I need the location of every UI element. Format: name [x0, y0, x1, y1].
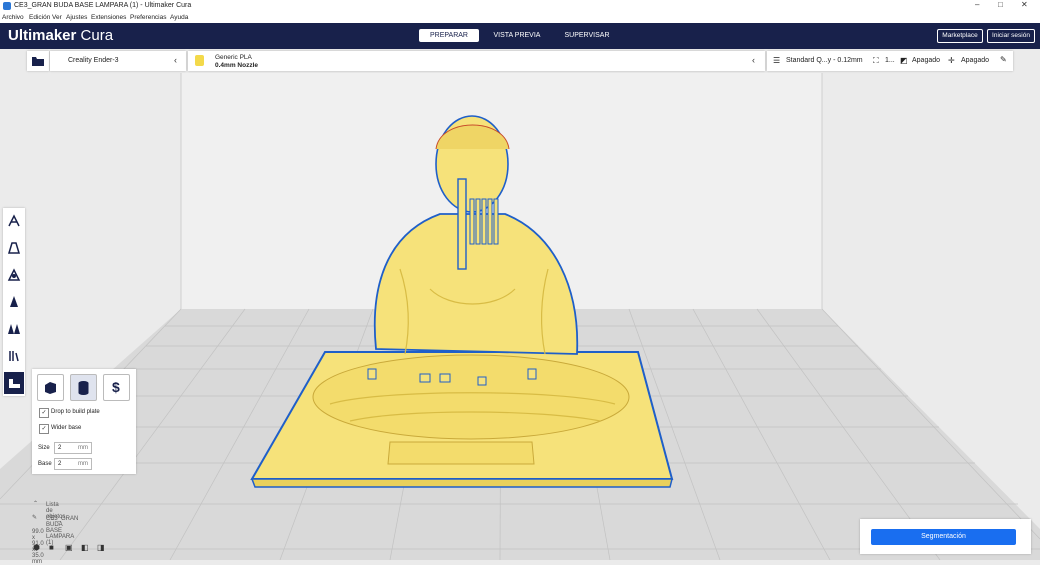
- size-value: 2: [58, 445, 62, 451]
- infill-icon: ⛶: [873, 56, 879, 65]
- size-input[interactable]: 2 mm: [54, 442, 92, 454]
- view-right-icon[interactable]: ◨: [97, 543, 105, 552]
- scale-tool[interactable]: [4, 237, 24, 259]
- material-spool-icon: [195, 55, 204, 66]
- menu-edicion[interactable]: Edición: [29, 14, 50, 21]
- minimize-button[interactable]: –: [975, 0, 979, 9]
- app-header: Ultimaker Cura PREPARAR VISTA PREVIA SUP…: [0, 23, 1040, 49]
- per-model-settings-icon: [8, 324, 20, 334]
- mirror-tool[interactable]: [4, 291, 24, 313]
- window-titlebar: CE3_GRAN BUDA BASE LAMPARA (1) - Ultimak…: [0, 0, 1040, 12]
- brand-bold: Ultimaker: [8, 27, 77, 44]
- model-support-pillar: [457, 178, 467, 270]
- printer-name: Creality Ender-3: [68, 57, 119, 64]
- pencil-icon: ✎: [32, 515, 38, 521]
- model-base-side: [250, 478, 673, 488]
- maximize-button[interactable]: □: [998, 0, 1003, 9]
- view-3d-icon[interactable]: ⬢: [33, 543, 40, 552]
- model-text-block: [387, 441, 535, 465]
- drop-to-plate-checkbox[interactable]: ✓: [39, 408, 49, 418]
- menu-preferencias[interactable]: Preferencias: [130, 14, 167, 21]
- move-icon: [8, 214, 20, 227]
- marketplace-button[interactable]: Marketplace: [937, 29, 983, 43]
- support-value: Apagado: [912, 57, 941, 64]
- model-chin-supports: [469, 198, 499, 245]
- support-blocker-icon: [9, 351, 19, 362]
- menu-ayuda[interactable]: Ayuda: [170, 14, 188, 21]
- base-label: Base: [38, 461, 52, 467]
- infill-value: 1...: [885, 57, 895, 64]
- adhesion-value: Apagado: [961, 57, 990, 64]
- slice-button[interactable]: Segmentación: [871, 529, 1016, 545]
- app-icon: [3, 2, 11, 10]
- rotate-tool[interactable]: [4, 264, 24, 286]
- wider-base-label: Wider base: [51, 425, 82, 431]
- menu-archivo[interactable]: Archivo: [2, 14, 24, 21]
- cube-button[interactable]: [37, 374, 64, 401]
- object-name: CE3_GRAN BUDA BASE LAMPARA (1): [46, 516, 79, 546]
- base-input[interactable]: 2 mm: [54, 458, 92, 470]
- base-unit: mm: [78, 461, 88, 467]
- cylinder-button[interactable]: [70, 374, 97, 401]
- rotate-icon: [7, 268, 21, 281]
- adhesion-icon: ✛: [948, 56, 955, 65]
- model-legs: [312, 354, 630, 440]
- tab-vista-previa[interactable]: VISTA PREVIA: [487, 29, 547, 42]
- nozzle-size: 0.4mm Nozzle: [215, 62, 258, 69]
- support-blocker-tool[interactable]: [4, 345, 24, 367]
- scale-icon: [7, 242, 21, 254]
- tool-options-panel: $ ✓ Drop to build plate ✓ Wider base Siz…: [32, 369, 136, 474]
- tool-plugin-icon: [9, 379, 20, 388]
- menu-extensiones[interactable]: Extensiones: [91, 14, 126, 21]
- tool-rail: [3, 208, 25, 396]
- viewport-3d[interactable]: [0, 49, 1040, 561]
- profile-icon: ☰: [773, 56, 781, 65]
- mirror-icon: [10, 296, 18, 307]
- view-left-icon[interactable]: ◧: [81, 543, 89, 552]
- window-title: CE3_GRAN BUDA BASE LAMPARA (1) - Ultimak…: [14, 2, 192, 9]
- per-model-settings-tool[interactable]: [4, 318, 24, 340]
- tab-supervisar[interactable]: SUPERVISAR: [557, 29, 617, 42]
- drop-to-plate-label: Drop to build plate: [51, 409, 100, 415]
- size-unit: mm: [78, 445, 88, 451]
- move-tool[interactable]: [4, 210, 24, 232]
- view-front-icon[interactable]: ■: [49, 543, 54, 552]
- cube-icon: [45, 382, 56, 394]
- custom-button[interactable]: $: [103, 374, 130, 401]
- support-icon: ◩: [900, 56, 908, 65]
- size-label: Size: [38, 445, 50, 451]
- chevron-up-icon: ⌃: [33, 501, 39, 507]
- cylinder-icon: [78, 381, 89, 395]
- scene-svg: [0, 73, 1040, 561]
- menu-ver[interactable]: Ver: [52, 14, 62, 21]
- signin-button[interactable]: Iniciar sesión: [987, 29, 1035, 43]
- material-name: Generic PLA: [215, 54, 252, 61]
- profile-name: Standard Q...y - 0.12mm: [786, 57, 863, 64]
- printer-selector[interactable]: Creality Ender-3 ‹: [50, 51, 186, 71]
- wider-base-checkbox[interactable]: ✓: [39, 424, 49, 434]
- print-settings-selector[interactable]: ☰ Standard Q...y - 0.12mm ⛶ 1... ◩ Apaga…: [767, 51, 1013, 71]
- chevron-left-icon: ‹: [752, 55, 755, 65]
- open-file-button[interactable]: [27, 51, 49, 71]
- menu-bar: Archivo Edición Ver Ajustes Extensiones …: [0, 12, 1040, 23]
- folder-icon: [32, 57, 44, 66]
- brand-logo: Ultimaker Cura: [8, 27, 113, 44]
- slice-panel: Segmentación: [860, 519, 1031, 554]
- material-selector[interactable]: Generic PLA 0.4mm Nozzle ‹: [188, 51, 765, 71]
- chevron-left-icon: ‹: [174, 55, 177, 65]
- menu-ajustes[interactable]: Ajustes: [66, 14, 87, 21]
- tool-plugin[interactable]: [4, 372, 24, 394]
- view-top-icon[interactable]: ▣: [65, 543, 73, 552]
- tab-preparar[interactable]: PREPARAR: [419, 29, 479, 42]
- brand-light: Cura: [80, 27, 114, 44]
- dollar-icon: $: [112, 379, 120, 395]
- close-button[interactable]: ✕: [1021, 0, 1028, 9]
- base-value: 2: [58, 461, 62, 467]
- edit-pencil-icon[interactable]: ✎: [1000, 55, 1007, 64]
